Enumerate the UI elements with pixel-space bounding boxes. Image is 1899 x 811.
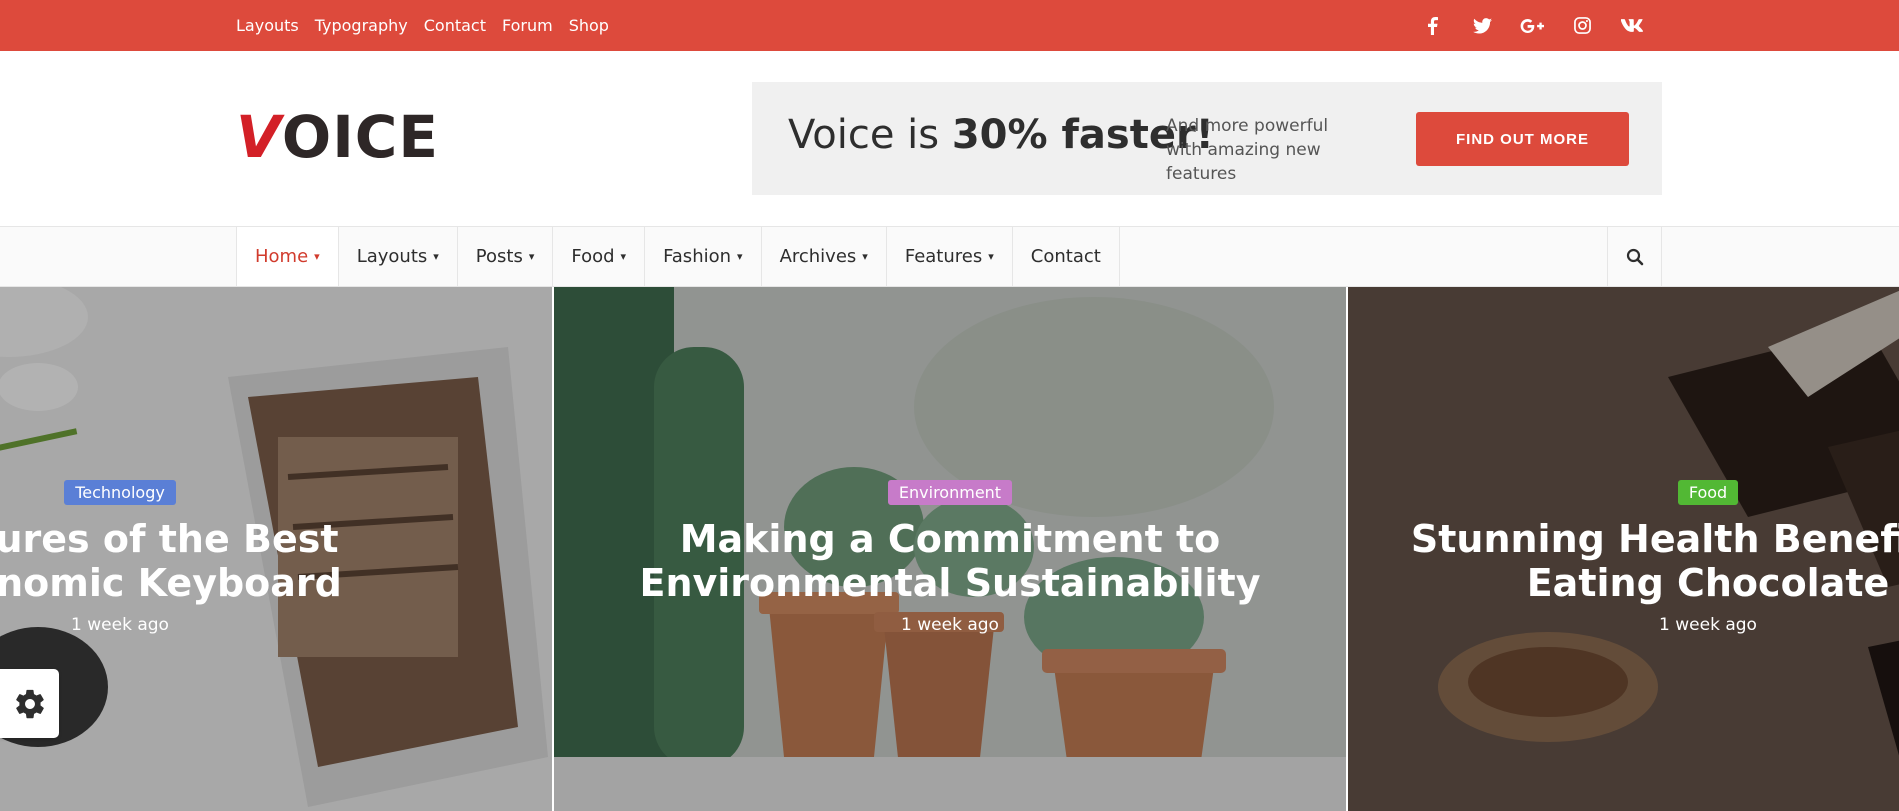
- site-header: VOICE Voice is 30% faster! And more powe…: [0, 51, 1899, 226]
- gear-icon: [15, 689, 44, 718]
- nav-item-food[interactable]: Food ▾: [552, 227, 644, 286]
- chevron-down-icon: ▾: [433, 250, 439, 263]
- nav-item-contact[interactable]: Contact: [1011, 227, 1120, 286]
- nav-item-label: Home: [255, 246, 309, 267]
- slide-card[interactable]: Environment Making a Commitment to Enviro…: [554, 287, 1346, 811]
- slide-title[interactable]: Stunning Health Benefits ofEating Chocol…: [1348, 517, 1899, 605]
- slide-content: Food Stunning Health Benefits ofEating C…: [1348, 480, 1899, 635]
- slide-content: Environment Making a Commitment to Enviro…: [554, 480, 1346, 635]
- banner-headline-prefix: Voice is: [788, 112, 952, 158]
- category-badge[interactable]: Food: [1677, 480, 1739, 505]
- facebook-icon[interactable]: [1420, 14, 1444, 38]
- banner-subtext: And more powerful with amazing new featu…: [1166, 116, 1329, 184]
- slide-title-line2: Environmental Sustainability: [639, 561, 1261, 605]
- slide-title-line2: Ergonomic Keyboard: [0, 561, 342, 605]
- top-nav-shop[interactable]: Shop: [569, 16, 609, 35]
- top-nav-layouts[interactable]: Layouts: [236, 16, 299, 35]
- slide-card[interactable]: Technology Features of the BestErgonomic…: [0, 287, 552, 811]
- slide-divider: [552, 287, 554, 811]
- top-nav: Layouts Typography Contact Forum Shop: [236, 0, 609, 51]
- search-button[interactable]: [1607, 227, 1662, 286]
- main-nav: Home ▾ Layouts ▾ Posts ▾ Food ▾ Fashion ▾ Arc…: [0, 226, 1899, 287]
- top-nav-forum[interactable]: Forum: [502, 16, 553, 35]
- slide-title[interactable]: Features of the BestErgonomic Keyboard: [0, 517, 552, 605]
- nav-item-label: Archives: [779, 246, 857, 267]
- social-links: [1420, 0, 1644, 51]
- google-plus-icon[interactable]: [1520, 14, 1544, 38]
- banner-headline: Voice is 30% faster!: [788, 112, 1214, 158]
- chevron-down-icon: ▾: [988, 250, 994, 263]
- promo-banner: Voice is 30% faster! And more powerful w…: [752, 82, 1662, 195]
- slide-time: 1 week ago: [901, 615, 999, 635]
- settings-toggle[interactable]: [0, 669, 59, 738]
- nav-item-label: Fashion: [663, 246, 732, 267]
- site-logo[interactable]: VOICE: [236, 103, 439, 171]
- top-bar: Layouts Typography Contact Forum Shop: [0, 0, 1899, 51]
- chevron-down-icon: ▾: [528, 250, 535, 263]
- slide-time: 1 week ago: [71, 615, 169, 635]
- chevron-down-icon: ▾: [862, 250, 868, 263]
- nav-item-layouts[interactable]: Layouts ▾: [337, 227, 457, 286]
- logo-v: V: [236, 103, 282, 171]
- search-icon: [1626, 248, 1643, 265]
- top-nav-contact[interactable]: Contact: [424, 16, 486, 35]
- nav-item-archives[interactable]: Archives ▾: [760, 227, 886, 286]
- slide-title-line1: Stunning Health Benefits of: [1410, 517, 1899, 561]
- nav-item-label: Posts: [475, 246, 523, 267]
- category-badge[interactable]: Environment: [887, 480, 1013, 505]
- slide-divider: [1346, 287, 1348, 811]
- logo-rest: OICE: [281, 103, 439, 171]
- top-nav-typography[interactable]: Typography: [315, 16, 408, 35]
- vk-icon[interactable]: [1620, 14, 1644, 38]
- nav-item-label: Food: [571, 246, 615, 267]
- slide-card[interactable]: Food Stunning Health Benefits ofEating C…: [1348, 287, 1899, 811]
- chevron-down-icon: ▾: [737, 250, 743, 263]
- featured-slider: Technology Features of the BestErgonomic…: [0, 287, 1899, 811]
- slide-title-line1: Features of the Best: [0, 517, 339, 561]
- nav-item-label: Layouts: [356, 246, 428, 267]
- find-out-more-button[interactable]: FIND OUT MORE: [1416, 112, 1629, 166]
- main-nav-items: Home ▾ Layouts ▾ Posts ▾ Food ▾ Fashion ▾ Arc…: [236, 227, 1120, 286]
- slide-title-line2: Eating Chocolate: [1526, 561, 1890, 605]
- slide-title[interactable]: Making a Commitment to Environmental Sust…: [554, 517, 1346, 605]
- chevron-down-icon: ▾: [620, 250, 627, 263]
- chevron-down-icon: ▾: [314, 250, 320, 263]
- nav-item-fashion[interactable]: Fashion ▾: [644, 227, 760, 286]
- nav-item-posts[interactable]: Posts ▾: [456, 227, 553, 286]
- instagram-icon[interactable]: [1570, 14, 1594, 38]
- slide-time: 1 week ago: [1659, 615, 1757, 635]
- nav-item-features[interactable]: Features ▾: [885, 227, 1012, 286]
- nav-item-label: Contact: [1030, 246, 1101, 267]
- twitter-icon[interactable]: [1470, 14, 1494, 38]
- nav-item-label: Features: [904, 246, 983, 267]
- slide-content: Technology Features of the BestErgonomic…: [0, 480, 552, 635]
- slide-title-line1: Making a Commitment to: [679, 517, 1221, 561]
- nav-item-home[interactable]: Home ▾: [236, 227, 338, 286]
- category-badge[interactable]: Technology: [64, 480, 176, 505]
